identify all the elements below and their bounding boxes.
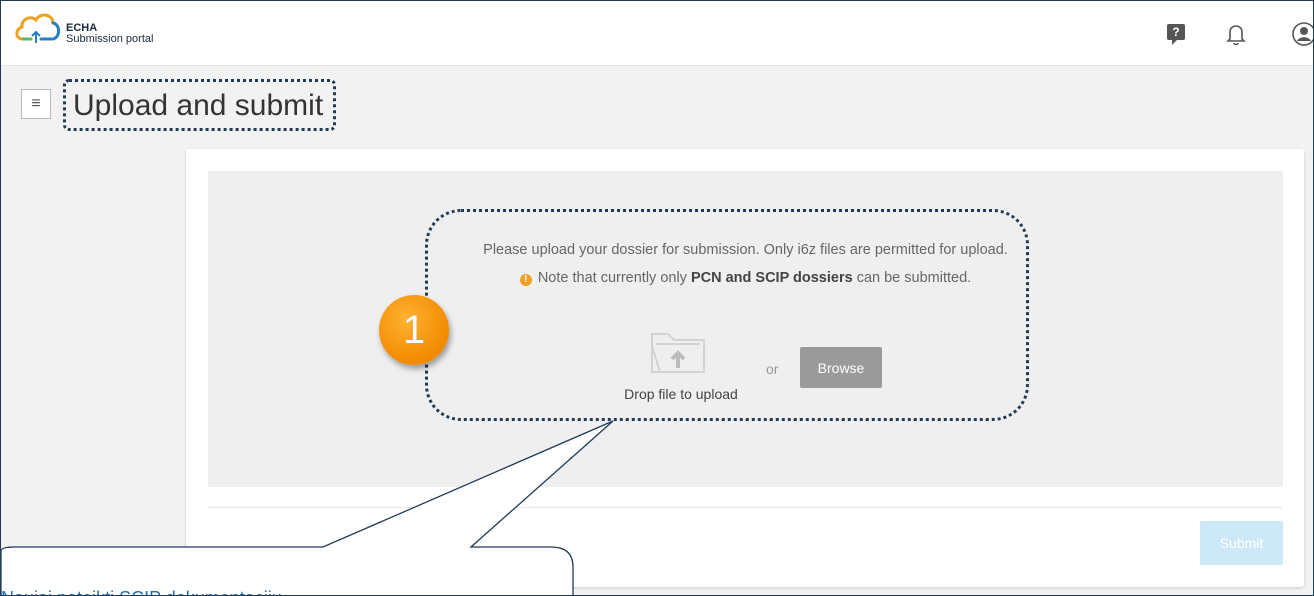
callout-text: Naujai pateikti SCIP dokumentacijų xyxy=(1,587,282,595)
brand-name: ECHA Submission portal xyxy=(66,23,153,45)
dropzone-highlight-box xyxy=(425,209,1029,421)
top-bar: ECHA Submission portal ? xyxy=(1,1,1313,66)
portal-window: ECHA Submission portal ? ≡ Upload and su… xyxy=(0,0,1314,596)
svg-text:?: ? xyxy=(1172,25,1179,39)
help-icon[interactable]: ? xyxy=(1163,21,1189,47)
echa-logo-icon[interactable] xyxy=(13,9,63,47)
user-icon[interactable] xyxy=(1291,21,1314,47)
page-title: Upload and submit xyxy=(73,89,324,122)
step-number-badge: 1 xyxy=(379,295,449,365)
brand-line2: Submission portal xyxy=(66,33,154,45)
submit-button[interactable]: Submit xyxy=(1200,521,1283,565)
bell-icon[interactable] xyxy=(1223,21,1249,47)
sidebar-toggle-button[interactable]: ≡ xyxy=(21,89,51,119)
card-divider xyxy=(208,507,1282,508)
